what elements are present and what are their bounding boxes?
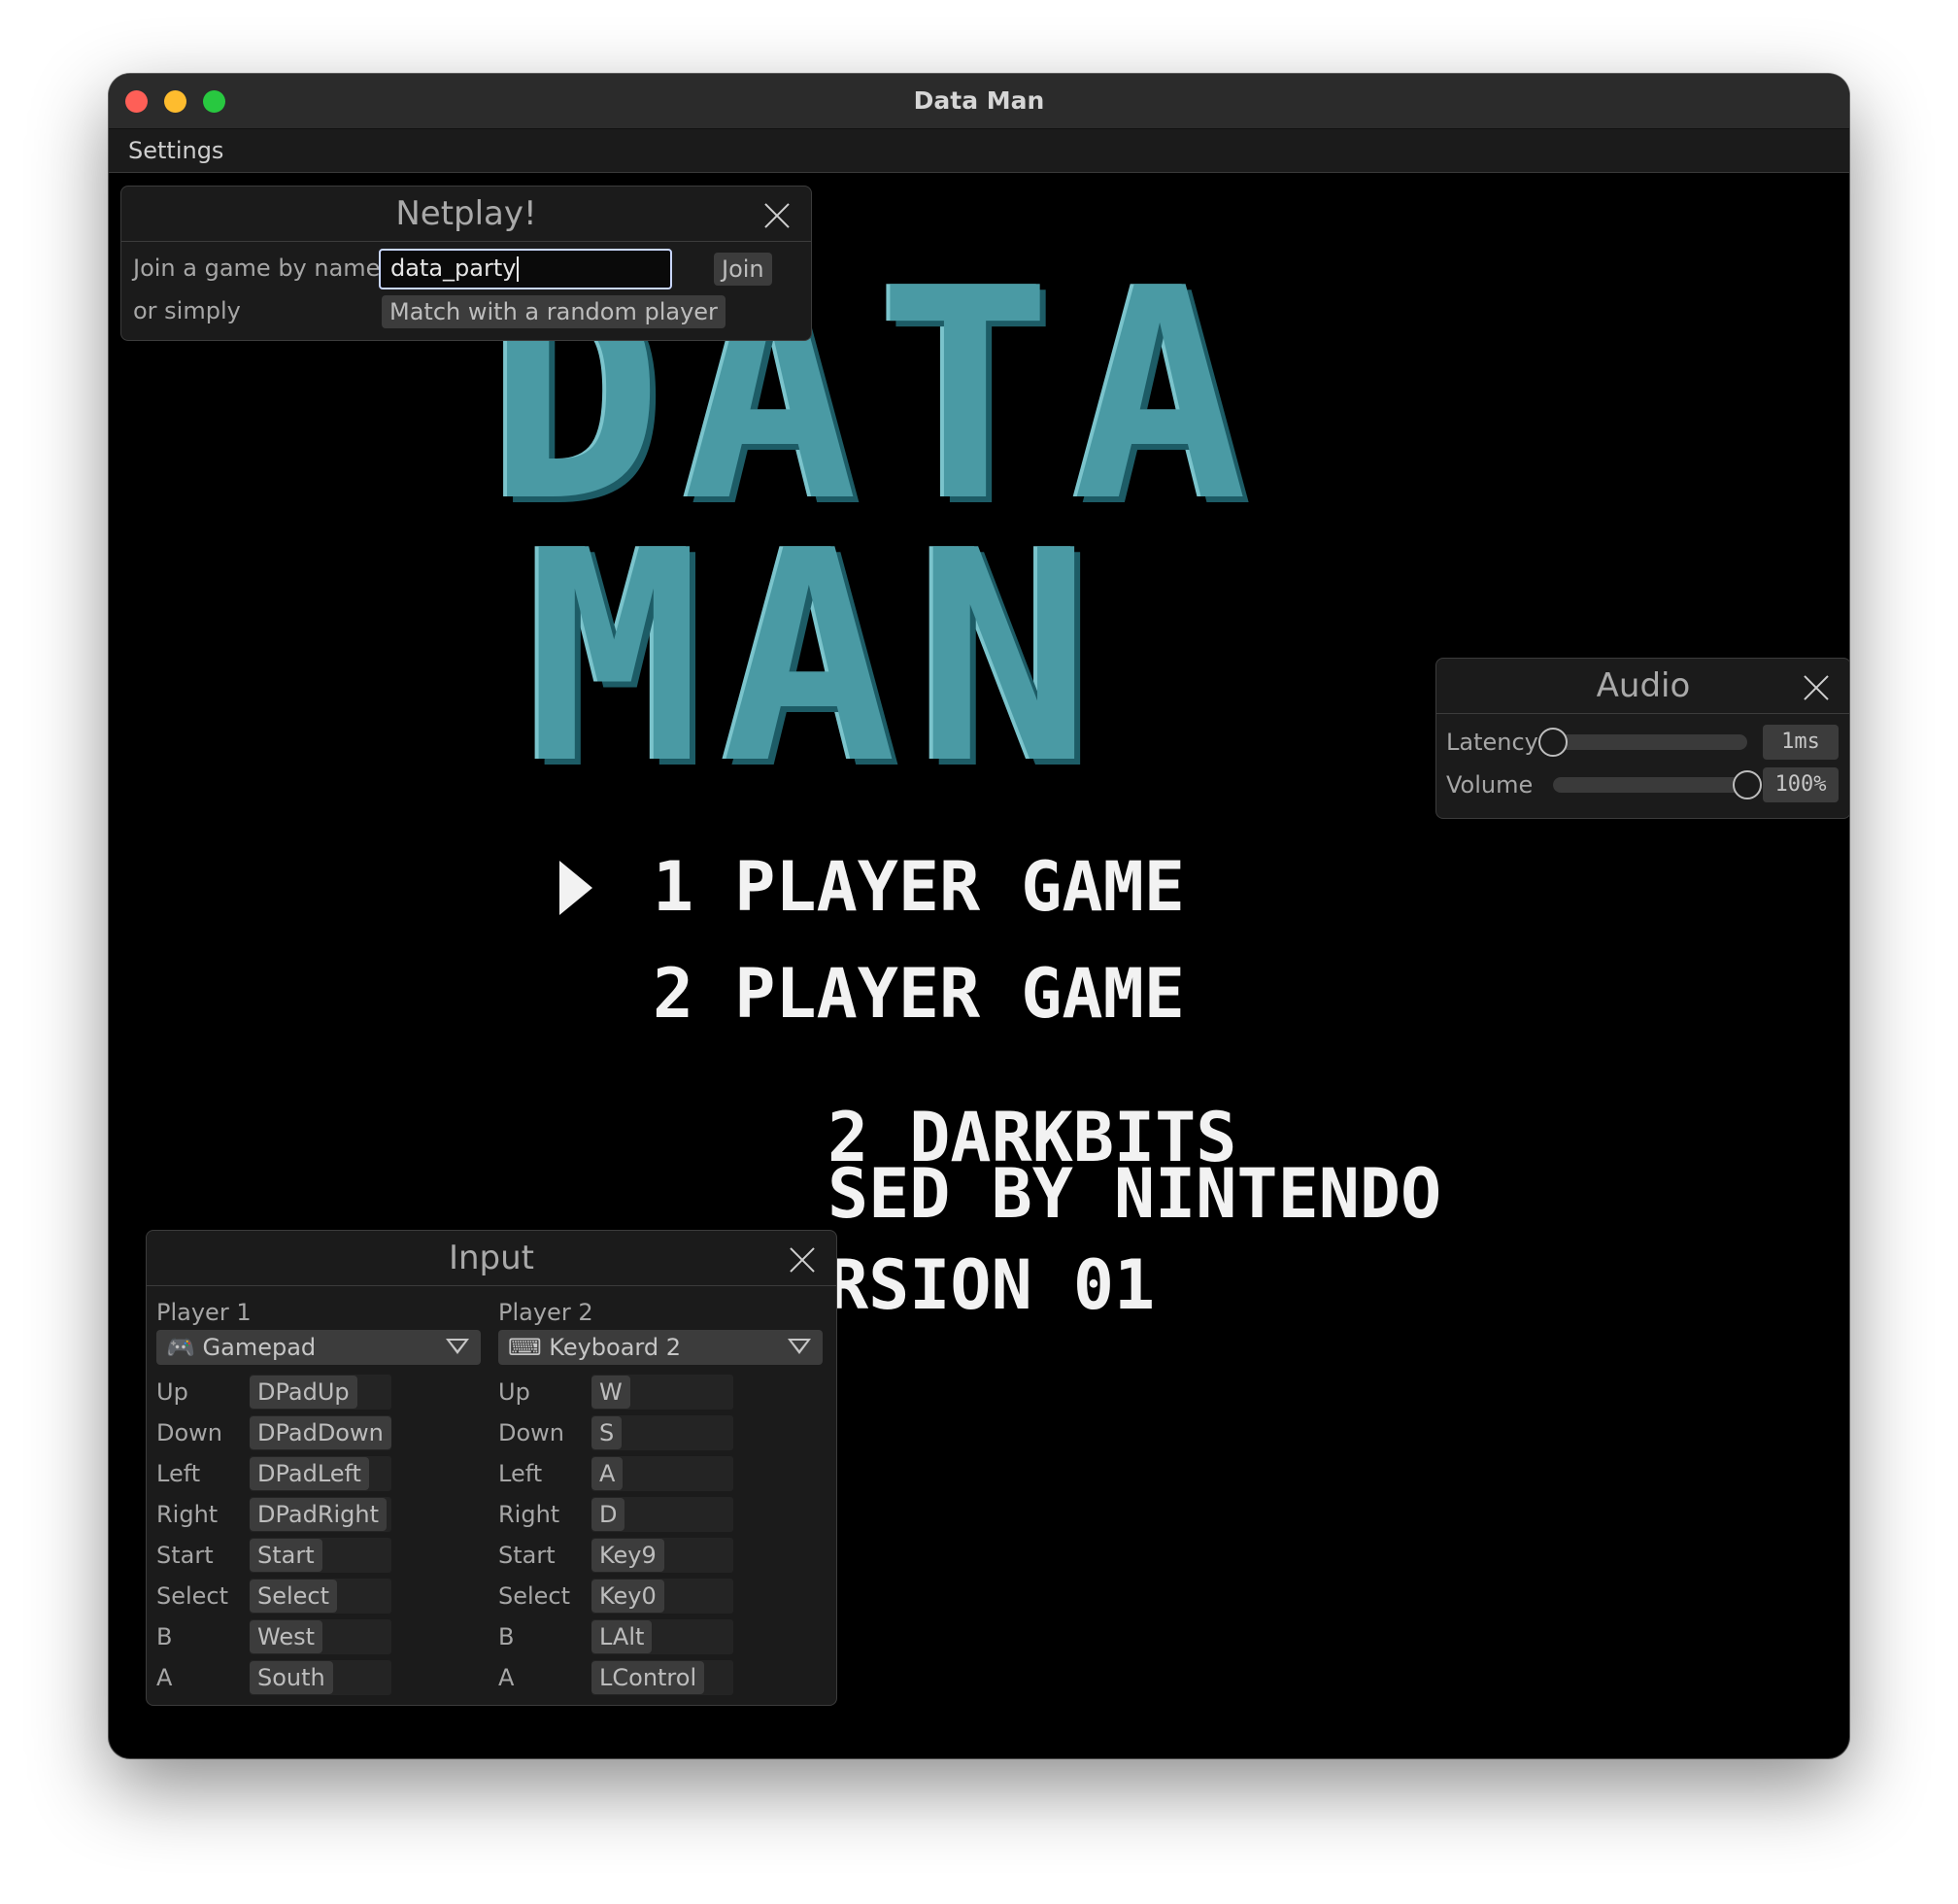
join-by-name-label: Join a game by name <box>133 255 381 282</box>
player1-action-label: Left <box>156 1460 201 1487</box>
input-panel: Input Player 1 🎮 Gamepad Up DPadUp Down DPa… <box>146 1230 837 1706</box>
keyboard-icon: ⌨ <box>508 1334 542 1361</box>
player1-binding-button[interactable]: DPadLeft <box>250 1457 369 1490</box>
player1-binding-button[interactable]: South <box>250 1661 333 1694</box>
game-name-value: data_party <box>390 255 517 282</box>
volume-slider[interactable] <box>1553 777 1747 793</box>
player1-action-label: Right <box>156 1501 219 1528</box>
player2-action-label: Right <box>498 1501 560 1528</box>
text-caret <box>517 256 520 282</box>
input-close-icon[interactable] <box>788 1245 817 1275</box>
player2-binding-button[interactable]: Key9 <box>591 1539 664 1572</box>
menu-bar: Settings <box>109 129 1849 173</box>
player2-binding-button[interactable]: W <box>591 1376 630 1409</box>
volume-slider-knob[interactable] <box>1733 770 1762 799</box>
player1-binding-button[interactable]: West <box>250 1620 323 1653</box>
player1-action-label: Up <box>156 1378 188 1406</box>
player2-binding-button[interactable]: LControl <box>591 1661 705 1694</box>
latency-label: Latency <box>1446 729 1538 756</box>
player2-action-label: Left <box>498 1460 543 1487</box>
latency-slider[interactable] <box>1553 734 1747 750</box>
menu-settings[interactable]: Settings <box>128 129 223 172</box>
volume-value[interactable]: 100% <box>1763 767 1839 802</box>
chevron-down-icon <box>446 1339 469 1354</box>
or-simply-label: or simply <box>133 297 241 324</box>
player2-action-label: A <box>498 1664 515 1691</box>
netplay-close-icon[interactable] <box>762 201 792 230</box>
window-title: Data Man <box>913 86 1045 115</box>
netplay-panel: Netplay! Join a game by name data_party … <box>120 186 812 341</box>
player1-action-label: B <box>156 1623 173 1650</box>
title-bar: Data Man <box>109 74 1849 129</box>
join-button[interactable]: Join <box>714 253 772 286</box>
input-title: Input <box>147 1231 836 1286</box>
audio-close-icon[interactable] <box>1802 673 1831 702</box>
volume-label: Volume <box>1446 771 1534 799</box>
player2-action-label: Start <box>498 1542 556 1569</box>
player1-binding-button[interactable]: Select <box>250 1580 338 1613</box>
player1-device-select[interactable]: 🎮 Gamepad <box>156 1330 481 1365</box>
player2-action-label: Down <box>498 1419 565 1446</box>
player2-action-label: Select <box>498 1582 571 1610</box>
license-line: SED BY NINTENDO <box>827 1154 1442 1234</box>
latency-value[interactable]: 1ms <box>1763 725 1839 760</box>
player2-device-value: Keyboard 2 <box>549 1334 681 1361</box>
gamepad-icon: 🎮 <box>166 1334 195 1361</box>
player1-binding-button[interactable]: DPadDown <box>250 1416 391 1449</box>
player1-action-label: Select <box>156 1582 229 1610</box>
player1-action-label: Start <box>156 1542 214 1569</box>
player2-binding-button[interactable]: D <box>591 1498 625 1531</box>
logo-line-2: MAN <box>526 489 1111 828</box>
player2-action-label: Up <box>498 1378 530 1406</box>
version-line: RSION 01 <box>827 1245 1156 1325</box>
audio-title: Audio <box>1436 659 1849 714</box>
app-window: Data Man Settings DATA MAN 1 PLAYER GAME… <box>109 74 1849 1758</box>
player2-binding-button[interactable]: LAlt <box>591 1620 653 1653</box>
player1-action-label: A <box>156 1664 173 1691</box>
random-match-button[interactable]: Match with a random player <box>382 295 726 328</box>
menu-cursor-icon <box>559 861 592 915</box>
audio-panel: Audio Latency 1ms Volume 100% <box>1435 658 1849 819</box>
player2-label: Player 2 <box>498 1299 593 1326</box>
player1-binding-button[interactable]: DPadRight <box>250 1498 388 1531</box>
player1-binding-button[interactable]: DPadUp <box>250 1376 357 1409</box>
menu-option-2-player: 2 PLAYER GAME <box>653 954 1185 1034</box>
player1-binding-button[interactable]: Start <box>250 1539 322 1572</box>
chevron-down-icon <box>788 1339 811 1354</box>
netplay-title: Netplay! <box>121 187 811 242</box>
player2-device-select[interactable]: ⌨ Keyboard 2 <box>498 1330 823 1365</box>
player2-binding-button[interactable]: A <box>591 1457 624 1490</box>
player2-action-label: B <box>498 1623 515 1650</box>
player1-action-label: Down <box>156 1419 223 1446</box>
latency-slider-knob[interactable] <box>1538 728 1568 757</box>
player1-label: Player 1 <box>156 1299 252 1326</box>
player1-device-value: Gamepad <box>202 1334 317 1361</box>
player2-binding-button[interactable]: Key0 <box>591 1580 664 1613</box>
menu-option-1-player: 1 PLAYER GAME <box>653 847 1185 927</box>
game-name-input[interactable]: data_party <box>379 249 672 289</box>
player2-binding-button[interactable]: S <box>591 1416 623 1449</box>
